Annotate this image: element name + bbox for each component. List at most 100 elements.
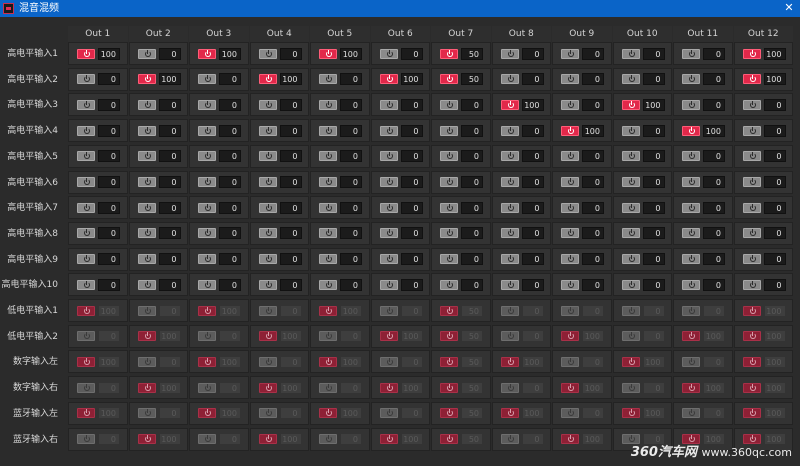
mix-level-input[interactable]: 100 [158, 73, 181, 86]
mix-level-input[interactable]: 100 [98, 355, 120, 368]
mix-level-input[interactable]: 0 [219, 150, 241, 163]
mix-level-input[interactable]: 100 [340, 47, 362, 60]
channel-toggle-button[interactable] [137, 382, 156, 393]
mix-level-input[interactable]: 0 [98, 150, 120, 163]
channel-toggle-button[interactable] [500, 74, 519, 85]
channel-toggle-button[interactable] [77, 125, 95, 136]
mix-level-input[interactable]: 0 [582, 407, 604, 420]
mix-level-input[interactable]: 0 [98, 176, 120, 188]
channel-toggle-button[interactable] [682, 228, 700, 239]
channel-toggle-button[interactable] [621, 331, 640, 342]
channel-toggle-button[interactable] [319, 74, 337, 85]
channel-toggle-button[interactable] [682, 99, 700, 110]
mix-level-input[interactable]: 100 [158, 433, 181, 445]
mix-level-input[interactable]: 100 [582, 124, 604, 137]
mix-level-input[interactable]: 100 [521, 98, 544, 111]
channel-toggle-button[interactable] [258, 125, 277, 136]
mix-level-input[interactable]: 0 [763, 150, 786, 163]
channel-toggle-button[interactable] [137, 228, 156, 239]
channel-toggle-button[interactable] [379, 228, 398, 239]
mix-level-input[interactable]: 0 [219, 98, 241, 111]
mix-level-input[interactable]: 0 [642, 253, 665, 266]
mix-level-input[interactable]: 50 [461, 330, 483, 343]
mix-level-input[interactable]: 0 [219, 278, 241, 291]
channel-toggle-button[interactable] [440, 48, 458, 59]
channel-toggle-button[interactable] [682, 202, 700, 213]
channel-toggle-button[interactable] [77, 99, 95, 110]
channel-toggle-button[interactable] [379, 408, 398, 419]
channel-toggle-button[interactable] [198, 125, 216, 136]
mix-level-input[interactable]: 0 [582, 73, 604, 86]
mix-level-input[interactable]: 100 [340, 355, 362, 368]
channel-toggle-button[interactable] [440, 331, 458, 342]
channel-toggle-button[interactable] [258, 99, 277, 110]
mix-level-input[interactable]: 0 [642, 176, 665, 188]
mix-level-input[interactable]: 0 [521, 278, 544, 291]
channel-toggle-button[interactable] [500, 48, 519, 59]
channel-toggle-button[interactable] [319, 177, 337, 187]
channel-toggle-button[interactable] [77, 228, 95, 239]
channel-toggle-button[interactable] [621, 99, 640, 110]
mix-level-input[interactable]: 0 [219, 433, 241, 445]
mix-level-input[interactable]: 0 [763, 278, 786, 291]
channel-toggle-button[interactable] [198, 331, 216, 342]
mix-level-input[interactable]: 50 [461, 304, 483, 317]
channel-toggle-button[interactable] [379, 331, 398, 342]
mix-level-input[interactable]: 100 [279, 381, 302, 394]
mix-level-input[interactable]: 0 [400, 150, 423, 163]
channel-toggle-button[interactable] [742, 408, 761, 419]
mix-level-input[interactable]: 0 [461, 201, 483, 214]
mix-level-input[interactable]: 0 [158, 253, 181, 266]
mix-level-input[interactable]: 0 [642, 304, 665, 317]
channel-toggle-button[interactable] [319, 228, 337, 239]
mix-level-input[interactable]: 100 [763, 304, 786, 317]
channel-toggle-button[interactable] [500, 254, 519, 265]
channel-toggle-button[interactable] [258, 279, 277, 290]
mix-level-input[interactable]: 0 [703, 47, 725, 60]
mix-level-input[interactable]: 0 [642, 330, 665, 343]
channel-toggle-button[interactable] [77, 202, 95, 213]
channel-toggle-button[interactable] [379, 279, 398, 290]
channel-toggle-button[interactable] [137, 305, 156, 316]
channel-toggle-button[interactable] [198, 356, 216, 367]
mix-level-input[interactable]: 0 [461, 176, 483, 188]
mix-level-input[interactable]: 0 [763, 98, 786, 111]
channel-toggle-button[interactable] [742, 305, 761, 316]
channel-toggle-button[interactable] [440, 408, 458, 419]
mix-level-input[interactable]: 100 [400, 381, 423, 394]
mix-level-input[interactable]: 100 [98, 304, 120, 317]
channel-toggle-button[interactable] [440, 254, 458, 265]
channel-toggle-button[interactable] [319, 331, 337, 342]
channel-toggle-button[interactable] [440, 74, 458, 85]
channel-toggle-button[interactable] [258, 228, 277, 239]
mix-level-input[interactable]: 0 [703, 253, 725, 266]
mix-level-input[interactable]: 0 [98, 124, 120, 137]
channel-toggle-button[interactable] [319, 125, 337, 136]
mix-level-input[interactable]: 0 [219, 73, 241, 86]
channel-toggle-button[interactable] [440, 151, 458, 162]
channel-toggle-button[interactable] [561, 177, 579, 187]
channel-toggle-button[interactable] [137, 99, 156, 110]
channel-toggle-button[interactable] [319, 305, 337, 316]
channel-toggle-button[interactable] [682, 279, 700, 290]
mix-level-input[interactable]: 0 [703, 227, 725, 240]
channel-toggle-button[interactable] [561, 305, 579, 316]
mix-level-input[interactable]: 0 [219, 201, 241, 214]
mix-level-input[interactable]: 0 [582, 253, 604, 266]
mix-level-input[interactable]: 100 [98, 407, 120, 420]
channel-toggle-button[interactable] [77, 177, 95, 187]
mix-level-input[interactable]: 100 [219, 355, 241, 368]
channel-toggle-button[interactable] [742, 177, 761, 187]
channel-toggle-button[interactable] [621, 74, 640, 85]
mix-level-input[interactable]: 0 [219, 124, 241, 137]
channel-toggle-button[interactable] [379, 382, 398, 393]
mix-level-input[interactable]: 0 [521, 73, 544, 86]
channel-toggle-button[interactable] [440, 99, 458, 110]
channel-toggle-button[interactable] [621, 279, 640, 290]
mix-level-input[interactable]: 0 [219, 253, 241, 266]
mix-level-input[interactable]: 100 [279, 330, 302, 343]
mix-level-input[interactable]: 0 [400, 176, 423, 188]
channel-toggle-button[interactable] [682, 177, 700, 187]
mix-level-input[interactable]: 0 [279, 176, 302, 188]
channel-toggle-button[interactable] [621, 202, 640, 213]
